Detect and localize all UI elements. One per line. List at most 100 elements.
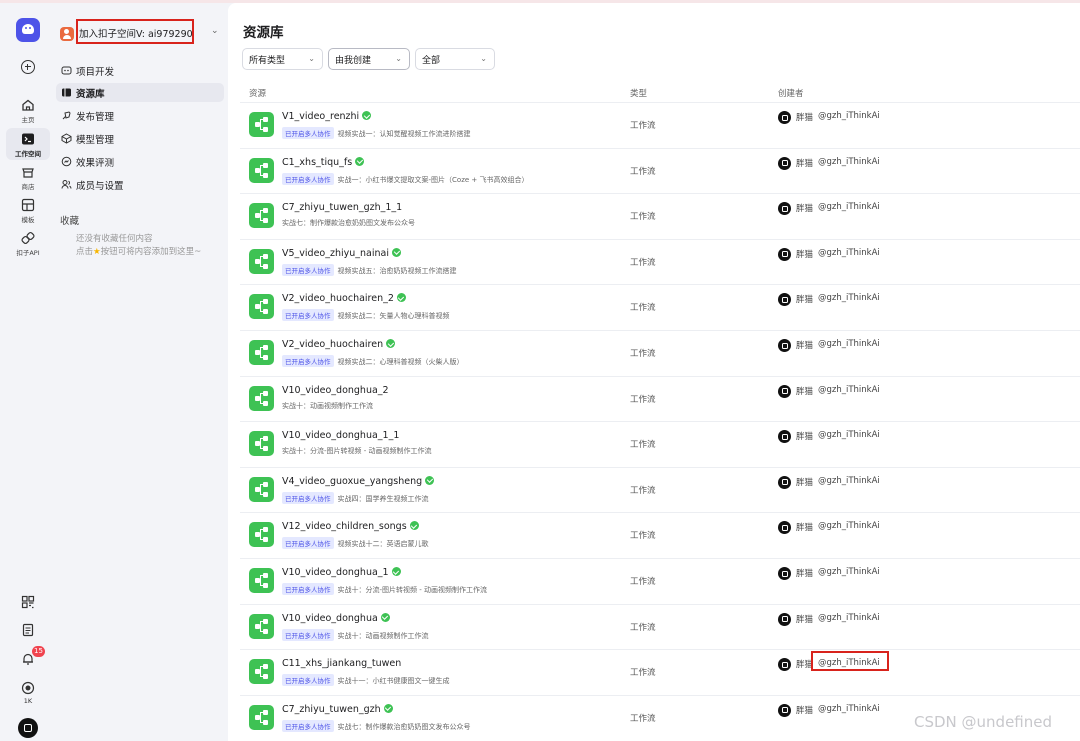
resource-name: V10_video_donghua_1_1 — [282, 430, 400, 442]
rail-item-label: 扣子API — [16, 249, 40, 257]
resource-row[interactable]: V4_video_guoxue_yangsheng 已开启多人协作 实战四：国学养生… — [240, 466, 1080, 513]
nav-members-settings[interactable]: 成员与设置 — [56, 175, 224, 194]
favorites-hint-prefix: 点击 — [76, 247, 94, 257]
nav-project-dev[interactable]: 项目开发 — [56, 61, 224, 80]
chevron-down-icon: ⌄ — [211, 26, 219, 36]
creator-name: 胖猫 — [796, 705, 814, 716]
nav-models[interactable]: 模型管理 — [56, 129, 224, 148]
creator-avatar — [778, 612, 791, 626]
resource-name: C1_xhs_tiqu_fs — [282, 156, 353, 168]
resource-meta: 已开启多人协作 实战十：分流-图片转视频 - 动画视频制作工作流 — [282, 583, 487, 595]
rail-item-workspace[interactable]: 工作空间 — [6, 128, 50, 160]
resource-row[interactable]: V2_video_huochairen_2 已开启多人协作 视频实战二：矢量人物心理… — [240, 284, 1080, 330]
collaboration-tag: 已开启多人协作 — [282, 263, 334, 276]
scan-icon[interactable] — [21, 595, 35, 609]
workflow-icon — [249, 248, 274, 274]
resource-row[interactable]: V10_video_donghua_2 实战十：动画视频制作工作流 工作流 胖猫 @gz… — [240, 375, 1080, 422]
favorites-empty-text: 还没有收藏任何内容 — [76, 234, 153, 244]
resource-name: V10_video_donghua_1 — [282, 567, 389, 578]
resource-row[interactable]: V10_video_donghua 已开启多人协作 实战十：动画视频制作工作流 工作流… — [240, 603, 1080, 650]
model-icon — [61, 133, 72, 144]
resource-type: 工作流 — [630, 622, 656, 633]
creator-name: 胖猫 — [796, 249, 814, 260]
coze-logo[interactable] — [16, 18, 40, 42]
filter-value: 全部 — [422, 56, 441, 66]
resource-type: 工作流 — [630, 668, 656, 679]
resource-row[interactable]: C1_xhs_tiqu_fs 已开启多人协作 实战一：小红书爆文提取文案-图片（Co… — [240, 147, 1080, 194]
creator-handle: @gzh_iThinkAi — [818, 567, 880, 577]
workflow-icon — [249, 659, 274, 685]
collaboration-tag: 已开启多人协作 — [282, 309, 334, 322]
verified-check-icon — [409, 521, 419, 531]
resource-name-cell: V10_video_donghua_1 — [282, 567, 401, 578]
verified-check-icon — [362, 111, 372, 120]
resource-name: V10_video_donghua_2 — [282, 384, 389, 396]
creator-name: 胖猫 — [796, 386, 814, 397]
rail-item-api[interactable]: 扣子API — [6, 231, 50, 257]
workflow-icon — [249, 476, 274, 502]
resource-description: 视频实战十二：英语启蒙儿歌 — [337, 540, 429, 549]
nav-evaluation[interactable]: 效果评测 — [56, 152, 224, 171]
column-header-type: 类型 — [630, 89, 648, 99]
resource-description: 视频实战二：矢量人物心理科普视频 — [337, 312, 450, 321]
add-icon[interactable] — [21, 60, 35, 74]
evaluate-icon — [61, 156, 72, 167]
resource-row[interactable]: C7_zhiyu_tuwen_gzh_1_1 实战七：制作爆款治愈奶奶图文发布公众… — [240, 193, 1080, 239]
user-avatar[interactable] — [18, 718, 38, 738]
resource-row[interactable]: V1_video_renzhi 已开启多人协作 视频实战一：认知觉醒视频工作流进阶搭… — [240, 102, 1080, 148]
resource-meta: 已开启多人协作 视频实战五：治愈奶奶视频工作流搭建 — [282, 263, 457, 276]
resource-name-cell: C1_xhs_tiqu_fs — [282, 156, 365, 168]
resource-name-cell: V5_video_zhiyu_nainai — [282, 247, 401, 259]
rail-item-templates[interactable]: 模板 — [6, 198, 50, 224]
nav-publish[interactable]: 发布管理 — [56, 106, 224, 125]
points-icon[interactable] — [21, 681, 35, 695]
creator-name: 胖猫 — [796, 523, 814, 534]
workflow-icon — [249, 613, 274, 639]
resource-row[interactable]: C11_xhs_jiankang_tuwen 已开启多人协作 实战十一：小红书健康图… — [240, 649, 1080, 695]
workflow-icon — [249, 112, 274, 137]
nav-label: 成员与设置 — [76, 181, 124, 192]
favorites-hint-suffix: 按钮可将内容添加到这里~ — [100, 247, 202, 257]
project-icon — [61, 66, 72, 75]
workspace-sidebar: 加入扣子空间V: ai979290 ⌄ 项目开发 资源库 发布管理 模型管理 效… — [52, 3, 228, 741]
creator-filter-dropdown[interactable]: 由我创建 ⌄ — [328, 48, 410, 70]
workflow-icon — [249, 385, 274, 411]
resource-row[interactable]: V2_video_huochairen 已开启多人协作 视频实战二：心理科普视频（火… — [240, 330, 1080, 376]
api-link-icon — [21, 231, 35, 245]
creator-handle: @gzh_iThinkAi — [818, 384, 880, 395]
resource-name: C11_xhs_jiankang_tuwen — [282, 658, 402, 670]
rail-item-home[interactable]: 主页 — [6, 98, 50, 124]
collaboration-tag: 已开启多人协作 — [282, 355, 334, 367]
resource-row[interactable]: V5_video_zhiyu_nainai 已开启多人协作 视频实战五：治愈奶奶视频… — [240, 238, 1080, 285]
resource-row[interactable]: V12_video_children_songs 已开启多人协作 视频实战十二：英语… — [240, 512, 1080, 558]
resource-type: 工作流 — [630, 303, 656, 314]
resource-description: 实战十：分流-图片转视频 - 动画视频制作工作流 — [282, 447, 432, 456]
creator-avatar — [778, 339, 791, 352]
type-filter-dropdown[interactable]: 所有类型 ⌄ — [242, 48, 323, 70]
resource-meta: 已开启多人协作 实战十一：小红书健康图文一键生成 — [282, 674, 450, 687]
rail-item-store[interactable]: 商店 — [6, 165, 50, 191]
creator-avatar — [778, 567, 791, 580]
favorites-title: 收藏 — [60, 216, 80, 227]
resource-type: 工作流 — [630, 394, 656, 405]
collaboration-tag: 已开启多人协作 — [282, 491, 334, 504]
resource-description: 视频实战一：认知觉醒视频工作流进阶搭建 — [337, 130, 471, 138]
workflow-icon — [249, 340, 274, 365]
collaboration-tag: 已开启多人协作 — [282, 172, 334, 185]
creator-name: 胖猫 — [796, 477, 814, 488]
nav-label: 模型管理 — [76, 135, 115, 146]
resource-row[interactable]: V10_video_donghua_1 已开启多人协作 实战十：分流-图片转视频 -… — [240, 558, 1080, 604]
resource-name-cell: V12_video_children_songs — [282, 521, 419, 532]
status-filter-dropdown[interactable]: 全部 ⌄ — [415, 48, 495, 70]
resource-name: V2_video_huochairen_2 — [282, 293, 394, 305]
resource-description: 实战四：国学养生视频工作流 — [337, 494, 429, 503]
resource-name-cell: V10_video_donghua_1_1 — [282, 430, 399, 441]
collaboration-tag: 已开启多人协作 — [282, 719, 334, 732]
resource-meta: 已开启多人协作 实战七：制作爆款治愈奶奶图文发布公众号 — [282, 719, 471, 732]
nav-library[interactable]: 资源库 — [56, 83, 224, 102]
resource-row[interactable]: V10_video_donghua_1_1 实战十：分流-图片转视频 - 动画视频… — [240, 421, 1080, 467]
highlight-box — [811, 651, 889, 672]
document-icon[interactable] — [21, 623, 35, 637]
workspace-selector[interactable]: 加入扣子空间V: ai979290 ⌄ — [60, 19, 224, 49]
creator-avatar — [778, 293, 791, 307]
